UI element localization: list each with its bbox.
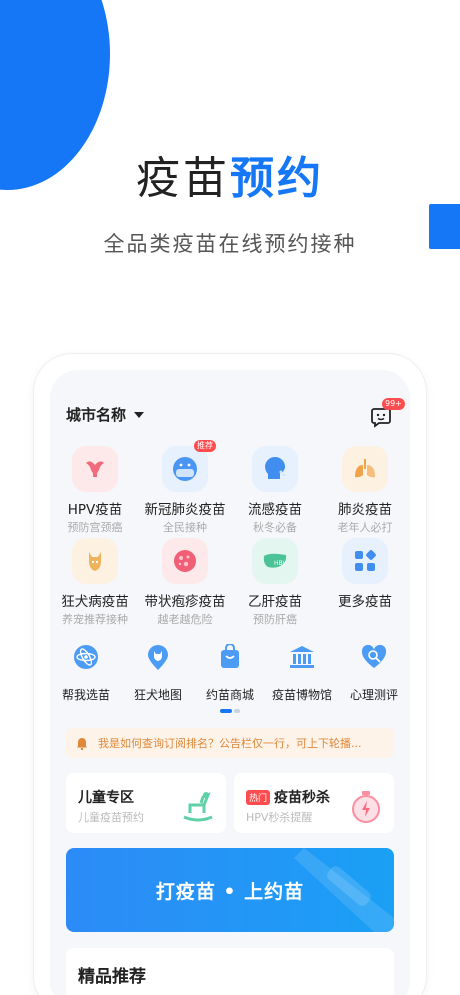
tool-psych-test[interactable]: 心理测评	[338, 642, 410, 703]
lungs-icon	[342, 446, 388, 492]
feature-cards: 儿童专区 儿童疫苗预约 热门 疫苗秒杀 HPV秒杀提醒	[66, 773, 394, 833]
tool-choose-vaccine[interactable]: 帮我选苗	[50, 642, 122, 703]
vaccine-desc: 越老越危险	[157, 613, 213, 626]
dog-icon	[72, 538, 118, 584]
hero-title-main: 疫苗	[136, 153, 230, 204]
heart-search-icon	[359, 642, 389, 672]
vaccine-item-flu[interactable]: 流感疫苗 秋冬必备	[230, 446, 320, 535]
tool-label: 帮我选苗	[61, 688, 110, 702]
shopping-bag-icon	[215, 642, 245, 672]
phone-screen: 城市名称 99+ HPV疫苗 预防宫颈癌 推荐 新冠肺炎疫苗 全民接种 流感疫苗…	[50, 370, 410, 995]
bell-icon	[77, 737, 87, 750]
tool-rabies-map[interactable]: 狂犬地图	[122, 642, 194, 703]
svg-text:HBV: HBV	[274, 560, 287, 567]
hot-badge: 热门	[246, 789, 271, 805]
banner-text: 打疫苗 • 上约苗	[155, 880, 305, 903]
vaccine-name: HPV疫苗	[67, 502, 123, 518]
tool-museum[interactable]: 疫苗博物馆	[266, 642, 338, 703]
vaccine-desc: 预防宫颈癌	[67, 521, 123, 534]
recommend-title: 精品推荐	[78, 967, 146, 987]
tool-strip: 帮我选苗 狂犬地图 约苗商城 疫苗博物馆 心理测评	[50, 642, 410, 712]
tool-label: 狂犬地图	[133, 688, 182, 702]
vaccine-desc: 养宠推荐接种	[62, 613, 128, 626]
vaccine-name: 流感疫苗	[248, 502, 302, 518]
card-flash-sale[interactable]: 热门 疫苗秒杀 HPV秒杀提醒	[234, 773, 394, 833]
vaccine-item-covid[interactable]: 推荐 新冠肺炎疫苗 全民接种	[140, 440, 230, 535]
promo-banner[interactable]: 打疫苗 • 上约苗	[66, 848, 394, 932]
rocking-horse-icon	[183, 792, 213, 822]
sneeze-head-icon	[252, 446, 298, 492]
page-indicator	[220, 709, 242, 713]
vaccine-desc: 老年人必打	[337, 521, 393, 534]
tool-label: 疫苗博物馆	[271, 688, 332, 702]
vaccine-item-rabies[interactable]: 狂犬病疫苗 养宠推荐接种	[50, 538, 140, 627]
notice-bar[interactable]: 我是如何查询订阅排名？公告栏仅一行，可上下轮播...	[66, 728, 394, 758]
notice-text: 我是如何查询订阅排名？公告栏仅一行，可上下轮播...	[98, 737, 362, 750]
vaccine-item-pneumonia[interactable]: 肺炎疫苗 老年人必打	[320, 446, 410, 535]
card-title: 热门 疫苗秒杀	[246, 787, 330, 807]
message-count-badge: 99+	[382, 398, 405, 410]
vaccine-desc: 秋冬必备	[253, 521, 297, 534]
city-selector[interactable]: 城市名称	[66, 404, 145, 425]
uterus-icon	[72, 446, 118, 492]
vaccine-item-hepatitis-b[interactable]: HBV 乙肝疫苗 预防肝癌	[230, 538, 320, 627]
hero-subtitle: 全品类疫苗在线预约接种	[103, 232, 357, 256]
grid-apps-icon	[342, 538, 388, 584]
museum-icon	[287, 642, 317, 672]
card-desc: HPV秒杀提醒	[246, 811, 313, 824]
virus-icon	[162, 538, 208, 584]
tool-label: 约苗商城	[205, 688, 254, 702]
vaccine-name: 新冠肺炎疫苗	[144, 502, 226, 518]
hero-title: 疫苗预约	[0, 142, 460, 206]
vaccine-name: 乙肝疫苗	[248, 594, 302, 610]
recommend-section: 精品推荐	[66, 948, 394, 995]
hero-title-accent: 预约	[230, 153, 324, 204]
vaccine-item-shingles[interactable]: 带状疱疹疫苗 越老越危险	[140, 538, 230, 627]
recommend-tag: 推荐	[194, 440, 216, 452]
liver-icon: HBV	[252, 538, 298, 584]
stopwatch-icon	[352, 791, 380, 823]
tool-store[interactable]: 约苗商城	[194, 642, 266, 703]
vaccine-desc: 预防肝癌	[253, 613, 297, 626]
vaccine-name: 带状疱疹疫苗	[144, 594, 226, 610]
message-button[interactable]: 99+	[370, 398, 405, 428]
city-name: 城市名称	[66, 406, 127, 424]
vaccine-name: 肺炎疫苗	[338, 502, 392, 518]
vaccine-desc: 全民接种	[163, 521, 207, 534]
caret-down-icon	[134, 411, 145, 418]
vaccine-name: 更多疫苗	[338, 594, 392, 610]
app-promo-page: 疫苗预约 全品类疫苗在线预约接种 城市名称 99+ HPV疫苗 预防宫颈癌 推荐	[0, 0, 460, 995]
card-children[interactable]: 儿童专区 儿童疫苗预约	[66, 773, 226, 833]
dog-map-pin-icon	[143, 642, 173, 672]
card-title: 儿童专区	[78, 790, 134, 806]
tool-label: 心理测评	[349, 688, 398, 702]
card-desc: 儿童疫苗预约	[78, 811, 144, 824]
vaccine-item-hpv[interactable]: HPV疫苗 预防宫颈癌	[50, 446, 140, 535]
mask-face-icon: 推荐	[162, 440, 216, 492]
vaccine-name: 狂犬病疫苗	[61, 594, 129, 610]
vaccine-item-more[interactable]: 更多疫苗	[320, 538, 410, 611]
atom-icon	[71, 642, 101, 672]
